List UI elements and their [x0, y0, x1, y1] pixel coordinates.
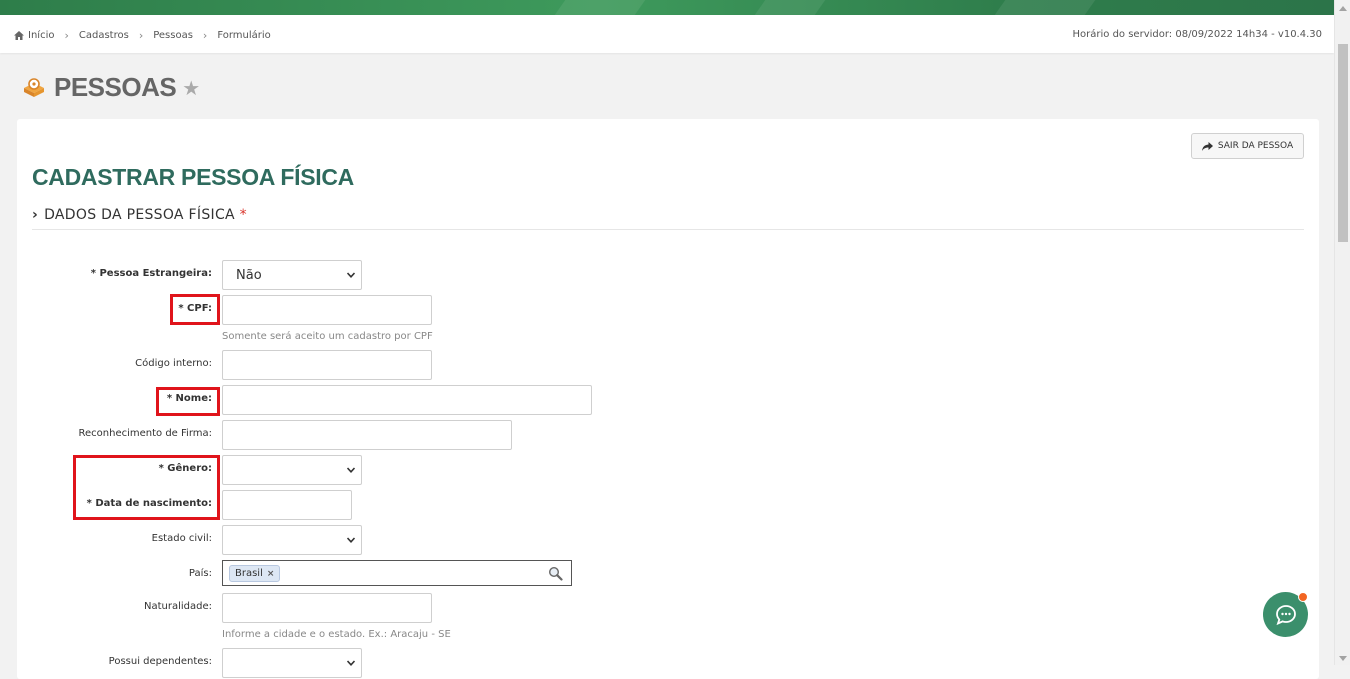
naturalidade-input[interactable] — [222, 593, 432, 623]
chevron-down-icon — [347, 660, 355, 666]
cpf-help-text: Somente será aceito um cadastro por CPF — [222, 331, 433, 342]
label-pessoa-estrangeira: * Pessoa Estrangeira: — [90, 268, 212, 279]
naturalidade-help-text: Informe a cidade e o estado. Ex.: Aracaj… — [222, 629, 451, 640]
codigo-interno-input[interactable] — [222, 350, 432, 380]
pessoa-estrangeira-select[interactable]: Não — [222, 260, 362, 290]
chevron-down-icon — [347, 272, 355, 278]
label-possui-dependentes: Possui dependentes: — [108, 656, 212, 667]
possui-dependentes-select[interactable] — [222, 648, 362, 678]
top-accent-bar — [0, 0, 1334, 15]
reconhecimento-firma-input[interactable] — [222, 420, 512, 450]
scroll-down-icon[interactable] — [1339, 656, 1347, 661]
pais-tag-input[interactable]: Brasil × — [222, 560, 572, 586]
highlight-box-cpf — [170, 294, 220, 325]
search-icon[interactable] — [548, 566, 563, 581]
chat-bubble-icon — [1275, 604, 1296, 625]
server-time: Horário do servidor: 08/09/2022 14h34 - … — [1072, 29, 1322, 40]
chat-button[interactable] — [1263, 592, 1308, 637]
breadcrumb: Início › Cadastros › Pessoas › Formulári… — [14, 29, 271, 42]
data-nascimento-input[interactable] — [222, 490, 352, 520]
section-header[interactable]: › DADOS DA PESSOA FÍSICA * — [32, 207, 1304, 230]
chevron-down-icon — [347, 537, 355, 543]
chevron-right-icon: › — [138, 29, 144, 42]
section-title: DADOS DA PESSOA FÍSICA — [44, 207, 235, 223]
home-icon[interactable] — [14, 31, 24, 40]
estado-civil-select[interactable] — [222, 525, 362, 555]
pais-tag-label: Brasil — [235, 568, 263, 579]
cpf-input[interactable] — [222, 295, 432, 325]
page-header: PESSOAS ★ — [22, 72, 200, 103]
page-scrollbar[interactable] — [1334, 0, 1350, 665]
favorite-star-icon[interactable]: ★ — [182, 78, 200, 98]
chevron-right-icon: › — [202, 29, 208, 42]
pais-tag: Brasil × — [229, 565, 281, 582]
notification-dot — [1298, 592, 1308, 602]
label-pais: País: — [188, 568, 212, 579]
breadcrumb-bar: Início › Cadastros › Pessoas › Formulári… — [0, 15, 1334, 53]
genero-select[interactable] — [222, 455, 362, 485]
breadcrumb-cadastros[interactable]: Cadastros — [79, 30, 129, 41]
chevron-down-icon — [347, 467, 355, 473]
label-codigo-interno: Código interno: — [135, 358, 212, 369]
form-card: SAIR DA PESSOA CADASTRAR PESSOA FÍSICA ›… — [17, 119, 1319, 679]
form-title: CADASTRAR PESSOA FÍSICA — [32, 164, 354, 190]
label-reconhecimento-firma: Reconhecimento de Firma: — [78, 428, 212, 439]
exit-person-button[interactable]: SAIR DA PESSOA — [1191, 133, 1304, 159]
pessoa-estrangeira-value: Não — [236, 267, 262, 283]
chevron-right-icon: › — [64, 29, 69, 42]
page-title: PESSOAS — [54, 72, 177, 102]
label-estado-civil: Estado civil: — [151, 533, 212, 544]
breadcrumb-formulario: Formulário — [217, 30, 271, 41]
breadcrumb-pessoas[interactable]: Pessoas — [153, 30, 193, 41]
highlight-box-genero-nascimento — [73, 455, 220, 520]
breadcrumb-home[interactable]: Início — [28, 30, 54, 41]
required-marker: * — [239, 207, 247, 223]
scrollbar-thumb[interactable] — [1338, 44, 1348, 242]
remove-tag-icon[interactable]: × — [267, 569, 275, 579]
people-module-icon — [24, 77, 44, 97]
exit-person-label: SAIR DA PESSOA — [1217, 141, 1294, 151]
share-arrow-icon — [1201, 141, 1213, 151]
nome-input[interactable] — [222, 385, 592, 415]
scroll-up-icon[interactable] — [1339, 6, 1347, 11]
highlight-box-nome — [156, 387, 220, 416]
label-naturalidade: Naturalidade: — [143, 601, 212, 612]
chevron-right-icon: › — [32, 207, 39, 223]
